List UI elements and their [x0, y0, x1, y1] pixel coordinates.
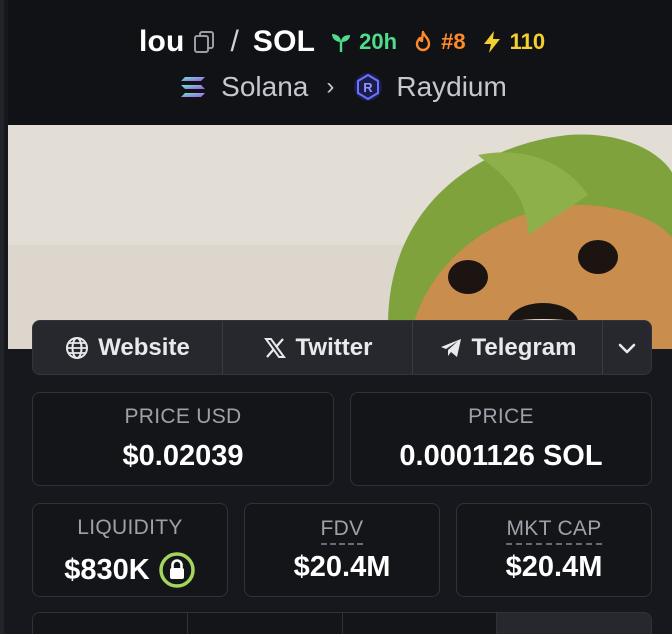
boost-count-value: 110 — [509, 29, 546, 54]
pair-title-row: lou / SOL 20h #8 110 — [8, 22, 672, 62]
telegram-icon — [440, 338, 461, 357]
trending-rank[interactable]: #8 — [411, 29, 466, 55]
sprout-icon — [332, 34, 351, 52]
svg-text:R: R — [364, 80, 374, 95]
fdv-card: FDV $20.4M — [244, 503, 440, 597]
boost-count[interactable]: 110 — [480, 29, 546, 55]
liquidity-value-row: $830K — [33, 551, 227, 589]
market-cap-value: $20.4M — [505, 551, 603, 583]
telegram-label: Telegram — [471, 333, 577, 361]
fdv-label[interactable]: FDV — [320, 516, 364, 545]
pair-header: lou / SOL 20h #8 110 Solana › R Raydium — [8, 0, 672, 125]
market-cap-label[interactable]: MKT CAP — [506, 516, 602, 545]
timeframe-tab[interactable] — [187, 613, 343, 634]
copy-icon[interactable] — [193, 30, 215, 54]
chain-name[interactable]: Solana — [221, 71, 308, 103]
x-icon — [263, 337, 286, 358]
timeframe-tab[interactable] — [497, 613, 651, 634]
telegram-link[interactable]: Telegram — [413, 321, 603, 374]
raydium-icon: R — [352, 71, 384, 103]
website-label: Website — [98, 333, 190, 361]
liquidity-label: LIQUIDITY — [77, 516, 183, 539]
lock-icon[interactable] — [158, 551, 196, 589]
breadcrumb: Solana › R Raydium — [8, 68, 672, 106]
twitter-label: Twitter — [295, 333, 373, 361]
social-links-bar: Website Twitter Telegram — [32, 320, 652, 375]
price-native-label: PRICE — [468, 405, 534, 428]
globe-icon — [66, 336, 89, 359]
breadcrumb-chevron-icon: › — [326, 73, 335, 100]
token-banner-image — [8, 125, 672, 349]
market-cap-card: MKT CAP $20.4M — [456, 503, 652, 597]
solana-icon — [177, 71, 209, 103]
pair-age-value: 20h — [359, 29, 398, 54]
fdv-value: $20.4M — [293, 551, 391, 583]
more-links-button[interactable] — [603, 321, 651, 374]
liquidity-value: $830K — [64, 553, 150, 586]
liquidity-card: LIQUIDITY $830K — [32, 503, 228, 597]
website-link[interactable]: Website — [33, 321, 223, 374]
token-symbol: lou — [138, 25, 185, 58]
price-native-value: 0.0001126 SOL — [399, 440, 603, 472]
price-usd-value: $0.02039 — [122, 440, 244, 472]
chevron-down-icon — [618, 343, 636, 353]
price-native-card: PRICE 0.0001126 SOL — [350, 392, 652, 486]
timeframe-tab[interactable] — [33, 613, 188, 634]
dex-name[interactable]: Raydium — [396, 71, 506, 103]
pair-age: 20h — [329, 29, 397, 55]
lightning-icon — [483, 31, 500, 53]
twitter-link[interactable]: Twitter — [223, 321, 413, 374]
trending-rank-value: #8 — [441, 29, 466, 54]
token-panel: lou / SOL 20h #8 110 Solana › R Raydium … — [0, 0, 672, 634]
price-usd-card: PRICE USD $0.02039 — [32, 392, 334, 486]
price-usd-label: PRICE USD — [124, 405, 242, 428]
timeframe-tab[interactable] — [342, 613, 498, 634]
pair-separator: / — [230, 25, 239, 58]
quote-symbol: SOL — [252, 25, 316, 58]
timeframe-tabs — [32, 612, 652, 634]
flame-icon — [415, 30, 431, 52]
